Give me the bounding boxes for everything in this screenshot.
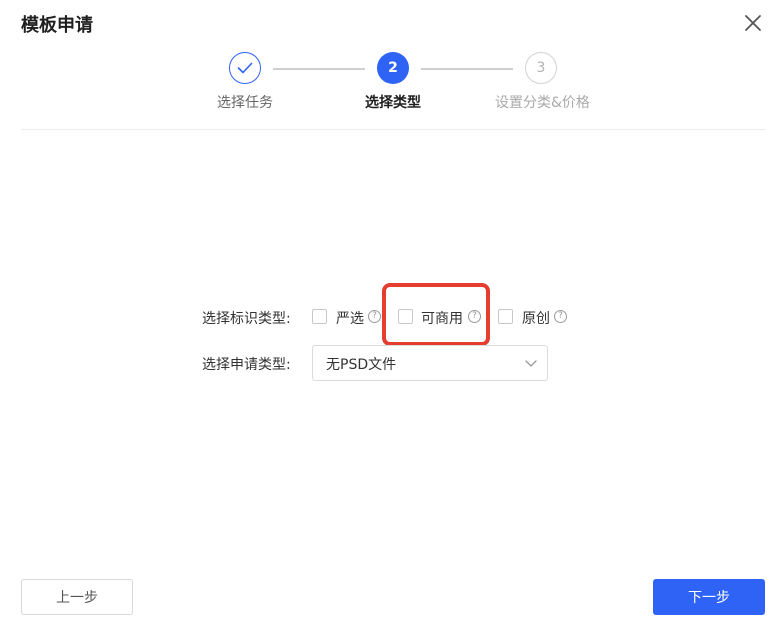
checkbox-yanxuan-label[interactable]: 严选 — [336, 308, 364, 328]
highlight-box — [382, 283, 490, 346]
checkbox-yanxuan[interactable] — [312, 309, 327, 324]
step-1-label: 选择任务 — [217, 95, 273, 111]
step-connector-1 — [273, 68, 365, 70]
checkmark-icon — [237, 62, 253, 74]
step-2-circle: 2 — [377, 52, 409, 84]
chevron-down-icon — [525, 360, 537, 367]
apply-type-label: 选择申请类型: — [202, 357, 291, 373]
step-1-circle — [229, 52, 261, 84]
checkbox-original[interactable] — [498, 309, 513, 324]
prev-step-button[interactable]: 上一步 — [21, 579, 133, 615]
apply-type-select[interactable]: 无PSD文件 — [312, 345, 548, 381]
help-icon[interactable]: ? — [368, 310, 381, 323]
step-3-circle: 3 — [525, 52, 557, 84]
step-2-label: 选择类型 — [365, 95, 421, 111]
header-divider — [21, 129, 765, 130]
dialog-title: 模板申请 — [21, 15, 93, 36]
mark-type-label: 选择标识类型: — [202, 311, 291, 327]
next-step-button[interactable]: 下一步 — [653, 579, 765, 615]
step-connector-2 — [421, 68, 513, 70]
close-icon[interactable] — [743, 13, 763, 33]
apply-type-value: 无PSD文件 — [326, 357, 397, 373]
step-3-label: 设置分类&价格 — [495, 95, 590, 111]
checkbox-original-label[interactable]: 原创 — [522, 308, 550, 328]
help-icon[interactable]: ? — [554, 310, 567, 323]
step-indicator: 2 3 选择任务 选择类型 设置分类&价格 — [0, 52, 784, 122]
